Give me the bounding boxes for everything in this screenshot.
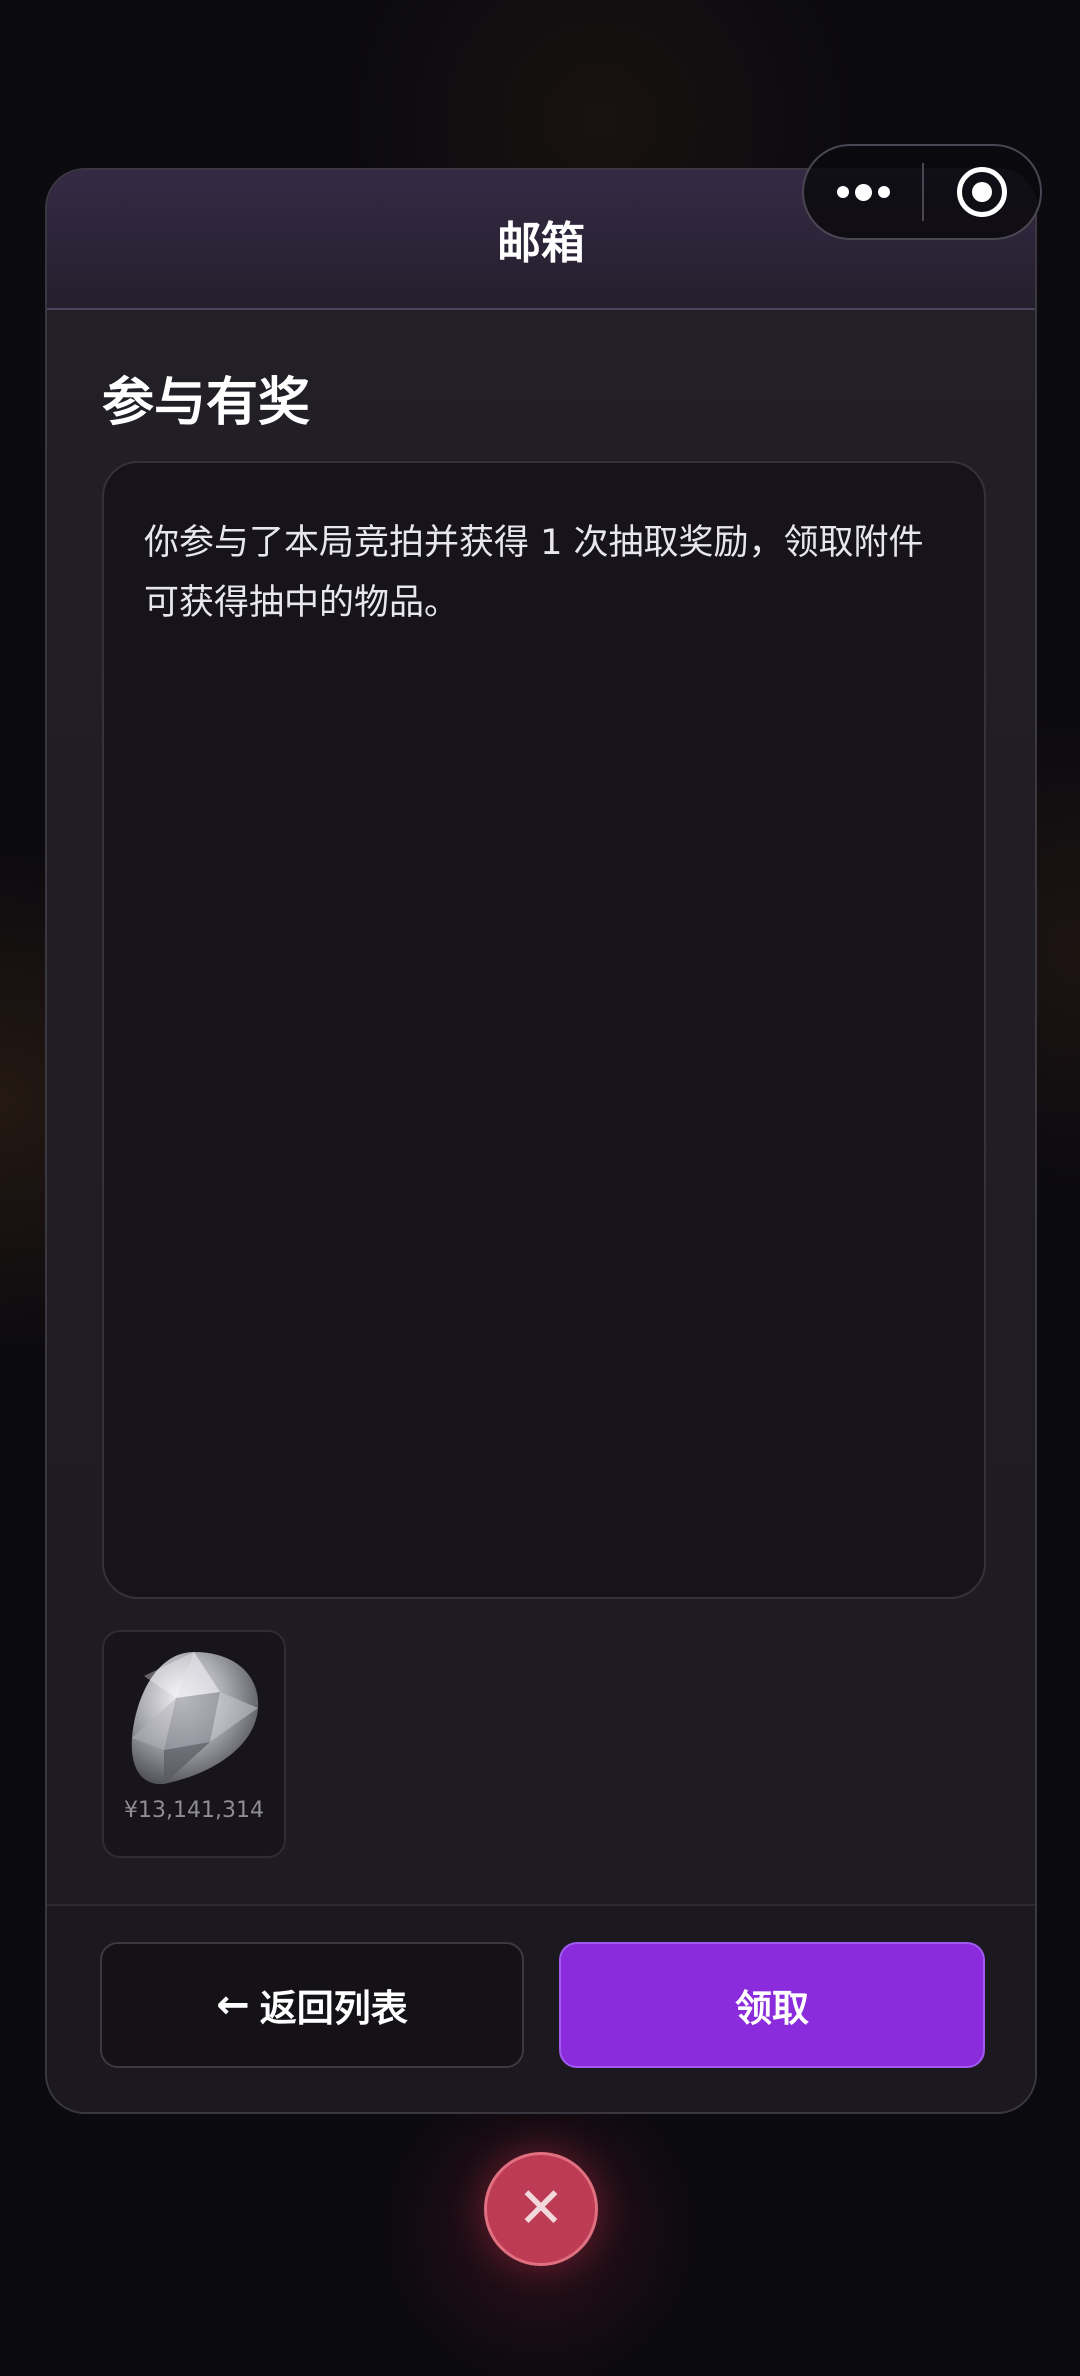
mailbox-modal: 邮箱 参与有奖 你参与了本局竞拍并获得 1 次抽取奖励，领取附件可获得抽中的物品… xyxy=(45,168,1037,2114)
diamond-icon xyxy=(131,1652,259,1785)
attachment-value: ¥13,141,314 xyxy=(124,1798,264,1823)
mail-body: 你参与了本局竞拍并获得 1 次抽取奖励，领取附件可获得抽中的物品。 xyxy=(102,461,986,1599)
claim-label: 领取 xyxy=(735,1987,809,2030)
attachment-item[interactable]: ¥13,141,314 xyxy=(102,1630,286,1858)
back-arrow-icon: ← xyxy=(216,1982,250,2028)
miniprogram-capsule xyxy=(802,144,1042,240)
mail-text: 你参与了本局竞拍并获得 1 次抽取奖励，领取附件可获得抽中的物品。 xyxy=(144,523,924,623)
back-to-list-button[interactable]: ← 返回列表 xyxy=(100,1942,524,2068)
close-icon: ✕ xyxy=(517,2176,565,2241)
mail-subject: 参与有奖 xyxy=(102,373,311,433)
modal-title: 邮箱 xyxy=(497,218,585,269)
back-to-list-label: 返回列表 xyxy=(259,1987,408,2030)
claim-button[interactable]: 领取 xyxy=(559,1942,985,2068)
more-menu-icon[interactable] xyxy=(804,146,922,238)
close-modal-button[interactable]: ✕ xyxy=(484,2152,598,2266)
close-miniprogram-icon[interactable] xyxy=(924,146,1040,238)
modal-footer: ← 返回列表 领取 xyxy=(47,1904,1035,2112)
